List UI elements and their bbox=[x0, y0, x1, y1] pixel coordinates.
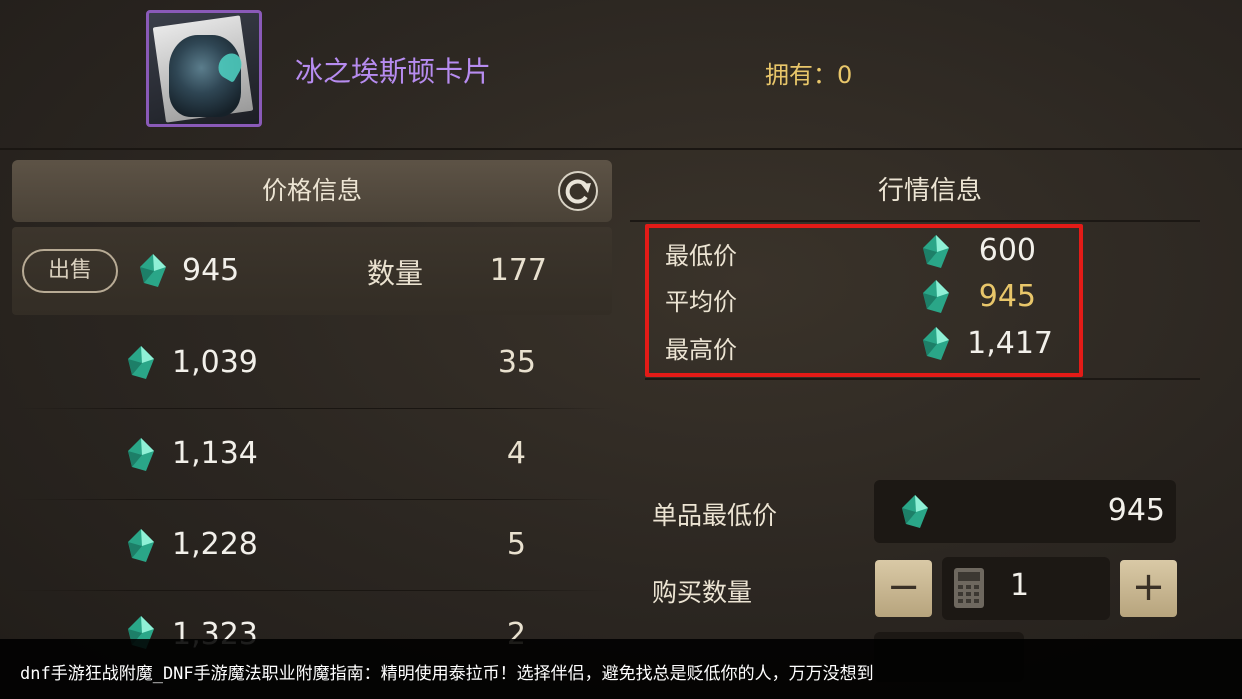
gem-icon bbox=[128, 346, 154, 379]
average-price-value: 945 bbox=[978, 279, 1036, 314]
listing-price: 945 bbox=[182, 253, 240, 288]
highest-price-value: 1,417 bbox=[967, 326, 1053, 361]
item-name: 冰之埃斯顿卡片 bbox=[295, 55, 492, 88]
unit-price-value: 945 bbox=[1107, 493, 1165, 528]
row-divider bbox=[12, 590, 612, 591]
highest-price-label: 最高价 bbox=[665, 336, 737, 364]
caption-text: dnf手游狂战附魔_DNF手游魔法职业附魔指南：精明使用泰拉币！选择伴侣，避免找… bbox=[20, 664, 874, 684]
item-card-thumbnail bbox=[146, 10, 262, 127]
average-price-label: 平均价 bbox=[665, 288, 737, 316]
increase-quantity-button[interactable]: + bbox=[1120, 560, 1177, 617]
decrease-quantity-button[interactable]: − bbox=[875, 560, 932, 617]
market-divider bbox=[630, 220, 1200, 222]
owned-count: 拥有：0 bbox=[765, 61, 853, 89]
listing-price: 1,228 bbox=[172, 527, 258, 562]
sell-button[interactable]: 出售 bbox=[22, 249, 118, 293]
listing-price: 1,134 bbox=[172, 436, 258, 471]
quantity-label: 数量 bbox=[367, 257, 424, 290]
quantity-value: 1 bbox=[1010, 568, 1030, 603]
gem-icon bbox=[902, 495, 928, 528]
listing-qty: 35 bbox=[497, 345, 536, 380]
market-info-title: 行情信息 bbox=[877, 176, 982, 206]
listing-price: 1,039 bbox=[172, 345, 258, 380]
header-divider bbox=[0, 148, 1242, 150]
listing-qty: 177 bbox=[489, 253, 547, 288]
row-divider bbox=[12, 499, 612, 500]
refresh-icon[interactable] bbox=[557, 170, 599, 212]
lowest-price-value: 600 bbox=[978, 233, 1036, 268]
gem-icon bbox=[128, 529, 154, 562]
listing-qty: 5 bbox=[506, 527, 526, 562]
row-divider bbox=[12, 408, 612, 409]
gem-icon bbox=[128, 438, 154, 471]
gem-icon bbox=[140, 254, 166, 287]
price-info-title: 价格信息 bbox=[261, 176, 362, 205]
calculator-icon[interactable] bbox=[953, 567, 985, 609]
market-divider bbox=[645, 378, 1200, 380]
purchase-quantity-label: 购买数量 bbox=[652, 578, 753, 607]
lowest-price-label: 最低价 bbox=[665, 242, 737, 270]
unit-lowest-price-label: 单品最低价 bbox=[652, 501, 778, 530]
listing-qty: 4 bbox=[506, 436, 526, 471]
